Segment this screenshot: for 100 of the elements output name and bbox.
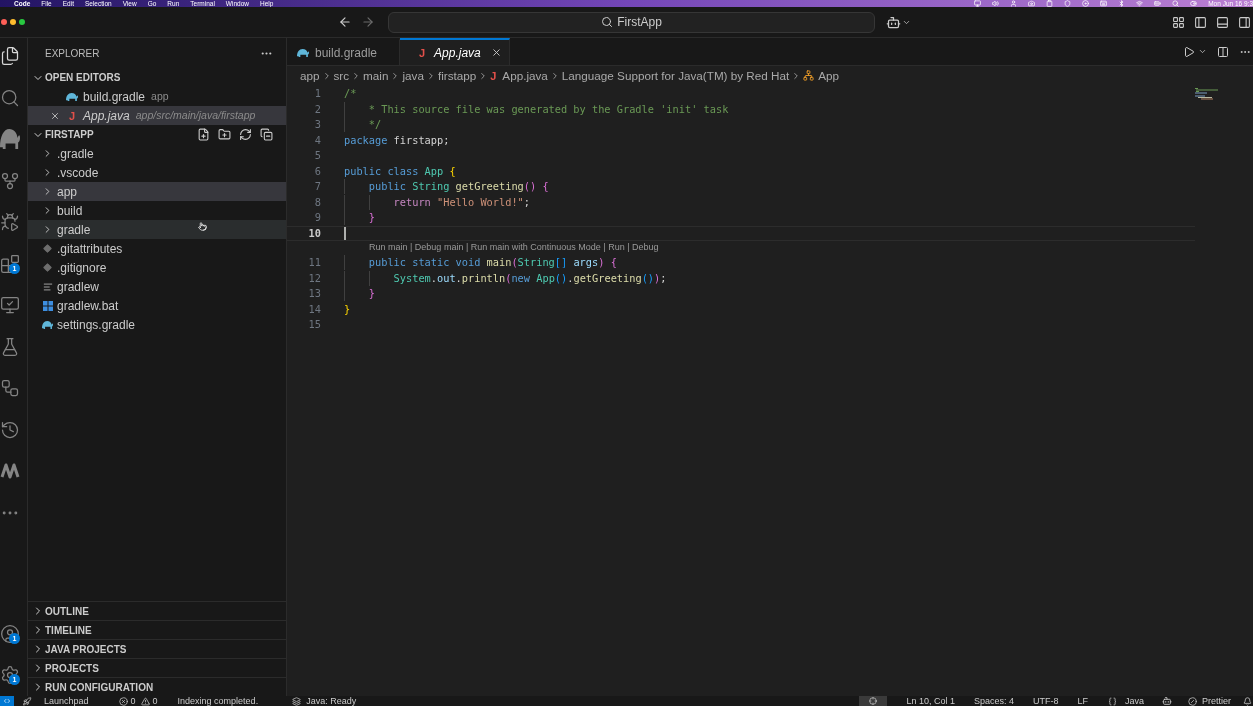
robot-icon[interactable] [1162,696,1172,706]
line-number: 10 [307,225,321,241]
file-tree-item[interactable]: .gitignore [28,258,286,277]
status-item[interactable]: 0 [140,696,158,706]
camera-icon[interactable] [1028,0,1036,7]
branch-icon[interactable] [0,170,20,191]
section-title[interactable]: OPEN EDITORS [45,70,121,85]
toggle-icon[interactable] [1190,0,1198,7]
elephant-icon [297,48,309,57]
breadcrumb-item[interactable]: src [333,67,350,85]
section-title[interactable]: JAVA PROJECTS [45,641,127,657]
zigzag-icon[interactable] [0,461,20,481]
close-icon[interactable] [50,110,60,121]
breadcrumb-item[interactable]: Language Support for Java(TM) by Red Hat [561,67,790,85]
workflow-icon[interactable] [0,378,20,398]
file-tree-item[interactable]: gradlew [28,277,286,296]
status-item[interactable]: 0 [118,696,136,706]
status-item[interactable]: LF [1077,696,1088,706]
status-message: Indexing completed. [177,696,259,706]
file-tree-item[interactable]: settings.gradle [28,315,286,334]
line-number: 11 [307,255,321,271]
file-tree-item[interactable]: .gitattributes [28,239,286,258]
elephant-icon [42,320,53,329]
section-title[interactable]: OUTLINE [45,603,89,619]
breadcrumb-item[interactable]: main [363,67,389,85]
split-editor-icon[interactable] [1217,45,1229,58]
warning-icon [140,696,150,706]
bell-icon[interactable] [1243,696,1252,706]
section-title[interactable]: FIRSTAPP [45,127,94,142]
open-editor-item[interactable]: J App.java app/src/main/java/firstapp [28,106,286,125]
right-panel-icon[interactable] [1238,15,1251,29]
codelens-links[interactable]: Run main | Debug main | Run main with Continuous Mode | Run | Debug [369,241,659,255]
status-button[interactable] [859,696,888,706]
status-item[interactable]: Java: Ready [292,696,357,706]
person-icon[interactable] [1010,0,1018,7]
diamond-icon [43,244,52,253]
close-icon[interactable] [490,47,502,58]
caret-icon[interactable] [1198,47,1207,56]
command-center[interactable]: FirstApp [388,11,875,33]
section-title[interactable]: PROJECTS [45,660,99,676]
code-line: return "Hello World!"; [344,194,530,210]
disc-icon[interactable] [1082,0,1090,7]
layers-icon [292,696,302,706]
bluetooth-icon[interactable] [1118,0,1126,7]
file-path: app/src/main/java/firstapp [135,107,256,123]
file-tree-item[interactable]: build [28,201,286,220]
robot-icon[interactable] [886,14,901,30]
code-line: public static void main(String[] args) { [344,255,617,271]
status-item[interactable]: UTF-8 [1032,696,1059,706]
status-item[interactable]: Spaces: 4 [973,696,1014,706]
window-zoom-icon[interactable] [19,19,25,25]
window-minimize-icon[interactable] [10,19,16,25]
new-folder-icon[interactable] [218,128,231,141]
code-line: */ [344,117,382,133]
status-item[interactable]: Launchpad [22,696,89,706]
search-icon[interactable] [0,87,20,108]
file-tree-item[interactable]: gradlew.bat [28,296,286,315]
collapse-icon[interactable] [260,128,273,141]
left-panel-icon[interactable] [1194,15,1207,29]
rocket-icon [22,696,32,706]
file-tree-item[interactable]: .vscode [28,163,286,182]
bug-play-icon[interactable] [0,212,20,232]
code-line: /* [344,86,357,102]
file-tree-item[interactable]: app [28,182,286,201]
status-item[interactable]: Ln 10, Col 1 [906,696,955,706]
monitor-check-icon[interactable] [0,295,20,315]
status-item[interactable]: Prettier [1188,696,1231,706]
section-title[interactable]: RUN CONFIGURATION [45,679,154,695]
bottom-panel-icon[interactable] [1216,15,1229,29]
history-icon[interactable] [0,419,20,440]
breadcrumb-item[interactable]: J App.java [490,67,548,85]
new-file-icon[interactable] [197,128,210,141]
files-icon[interactable] [0,46,20,66]
section-title[interactable]: TIMELINE [45,622,92,638]
line-number: 9 [313,210,321,226]
speaker-icon[interactable] [992,0,1000,7]
line-number: 12 [307,270,321,286]
layout-icon[interactable] [1172,15,1185,29]
breadcrumb-item[interactable]: app [300,67,320,85]
breadcrumb-item[interactable]: java [402,67,424,85]
clipboard-icon[interactable] [1046,0,1054,7]
run-icon[interactable] [1183,45,1195,58]
elephant-icon[interactable] [0,129,20,149]
file-tree-item[interactable]: .gradle [28,144,286,163]
breadcrumb-item[interactable]: App [803,67,840,85]
monitor-icon[interactable] [974,0,982,7]
angle-brackets-icon [3,697,11,705]
java-file-icon: J [68,109,76,122]
window-close-icon[interactable] [1,19,7,25]
flask-icon[interactable] [0,336,20,357]
status-item[interactable]: Java [1107,696,1144,706]
diamond-icon [43,263,52,272]
four-squares-icon [42,300,53,311]
open-editor-item[interactable]: build.gradle app [28,87,286,106]
editor-tab[interactable]: J App.java [400,38,510,65]
blocks-icon[interactable] [0,253,20,274]
breadcrumb-item[interactable]: firstapp [437,67,477,85]
refresh-icon[interactable] [239,128,252,141]
code-line: public String getGreeting() { [344,179,549,195]
file-tree-item[interactable]: gradle [28,220,286,239]
